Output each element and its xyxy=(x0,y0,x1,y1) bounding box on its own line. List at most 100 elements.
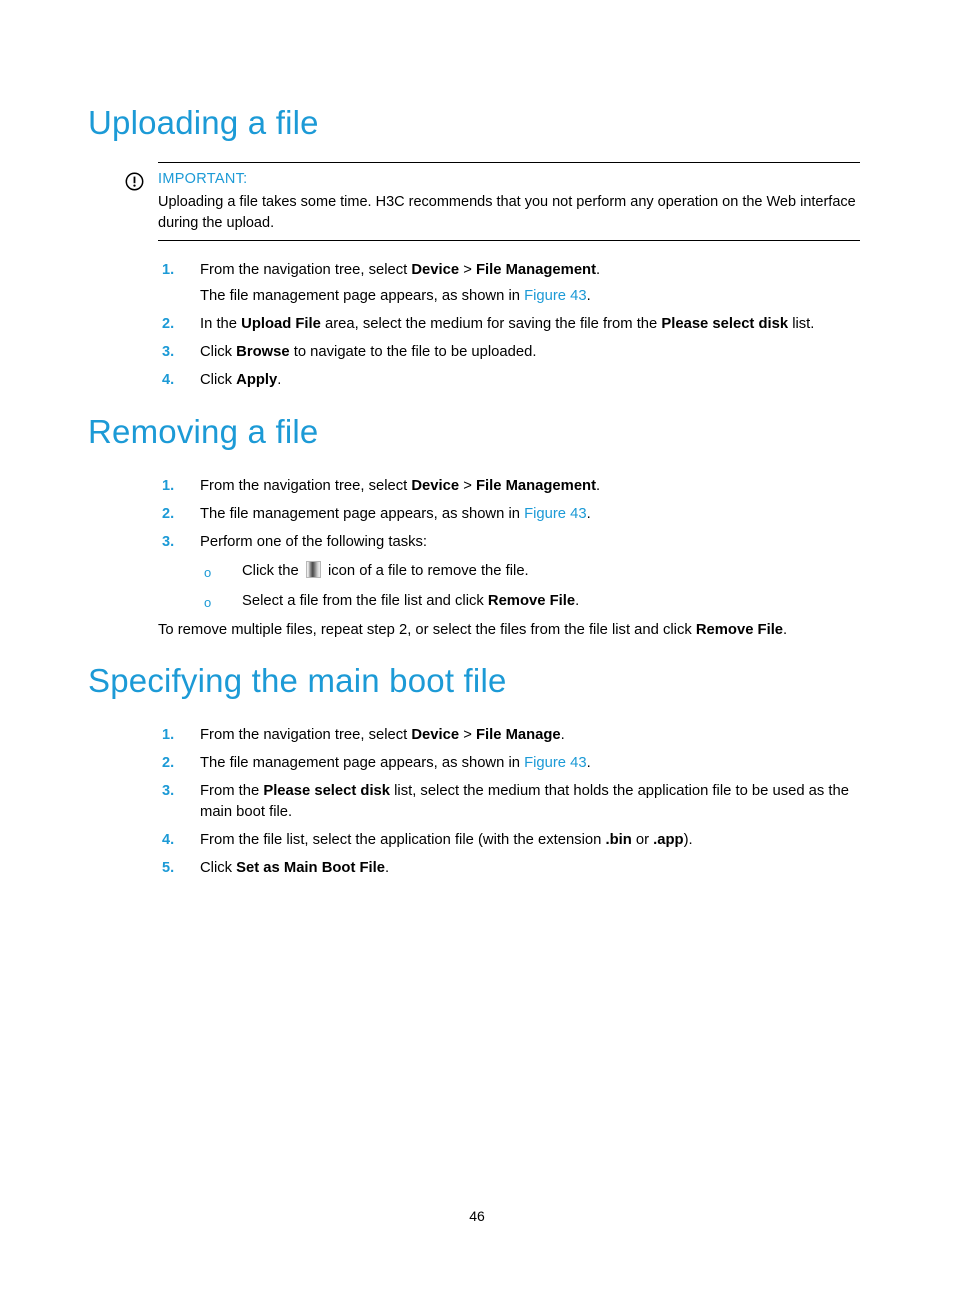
step-text: From the navigation tree, select Device … xyxy=(200,262,600,278)
step-text-part: . xyxy=(560,727,565,743)
uploading-steps-list: 1. From the navigation tree, select Devi… xyxy=(160,260,870,398)
emphasis-file-management: File Management xyxy=(475,262,597,278)
step-text: From the navigation tree, select Device … xyxy=(200,727,565,743)
emphasis-device: Device xyxy=(411,478,460,494)
step-text-part: list. xyxy=(788,316,815,332)
step-text-part: In the xyxy=(200,316,242,332)
list-item: 2. The file management page appears, as … xyxy=(160,753,870,774)
step-text-part: . xyxy=(586,506,591,522)
step-text-part: . xyxy=(596,262,601,278)
step-text: Perform one of the following tasks: xyxy=(200,534,427,550)
list-item: 5. Click Set as Main Boot File. xyxy=(160,858,870,879)
list-item: 1. From the navigation tree, select Devi… xyxy=(160,725,870,746)
bullet-marker: o xyxy=(204,595,212,610)
emphasis-upload-file: Upload File xyxy=(241,316,321,332)
step-text-part: . xyxy=(586,288,591,304)
step-number: 1. xyxy=(162,478,175,494)
heading-specifying-the-main-boot-file: Specifying the main boot file xyxy=(88,662,507,699)
step-text-part: ). xyxy=(683,832,693,848)
step-text-part: to navigate to the file to be uploaded. xyxy=(289,344,537,360)
step-text-part: . xyxy=(596,478,601,494)
step-subline: The file management page appears, as sho… xyxy=(200,286,870,307)
step-number: 3. xyxy=(162,783,175,799)
page-number: 46 xyxy=(469,1208,485,1224)
step-text-part: From the navigation tree, select xyxy=(200,262,412,278)
removing-trailing-paragraph: To remove multiple files, repeat step 2,… xyxy=(158,620,874,641)
list-item: o Click the icon of a file to remove the… xyxy=(200,561,870,582)
step-text-part: . xyxy=(277,372,282,388)
emphasis-app-extension: .app xyxy=(653,832,684,848)
specifying-steps-list: 1. From the navigation tree, select Devi… xyxy=(160,725,870,886)
paragraph-text-part: . xyxy=(783,622,788,638)
trash-icon[interactable] xyxy=(305,561,321,578)
step-text-part: area, select the medium for saving the f… xyxy=(320,316,662,332)
step-text-part: Click xyxy=(200,372,237,388)
list-item: 1. From the navigation tree, select Devi… xyxy=(160,476,870,497)
sub-bullet-list: o Click the icon of a file to remove the… xyxy=(200,561,870,612)
heading-uploading-a-file: Uploading a file xyxy=(88,104,319,141)
bullet-text: Click the icon of a file to remove the f… xyxy=(242,561,529,579)
important-body: Uploading a file takes some time. H3C re… xyxy=(158,194,856,231)
step-text: The file management page appears, as sho… xyxy=(200,755,591,771)
figure-43-link[interactable]: Figure 43 xyxy=(524,288,587,304)
step-number: 3. xyxy=(162,344,175,360)
emphasis-bin-extension: .bin xyxy=(605,832,632,848)
figure-43-link[interactable]: Figure 43 xyxy=(524,506,587,522)
bullet-text-part: . xyxy=(575,593,580,609)
step-text: From the file list, select the applicati… xyxy=(200,832,693,848)
step-number: 4. xyxy=(162,372,175,388)
list-item: 2. The file management page appears, as … xyxy=(160,504,870,525)
step-text: From the navigation tree, select Device … xyxy=(200,478,600,494)
exclamation-circle-icon xyxy=(125,172,144,191)
emphasis-browse: Browse xyxy=(236,344,290,360)
step-text: The file management page appears, as sho… xyxy=(200,506,591,522)
list-item: 4. From the file list, select the applic… xyxy=(160,830,870,851)
step-text: Click Apply. xyxy=(200,372,281,388)
bullet-text-part: Click the xyxy=(242,563,303,579)
step-text-part: or xyxy=(631,832,654,848)
step-text-part: . xyxy=(385,860,390,876)
paragraph-text-part: To remove multiple files, repeat step 2,… xyxy=(158,622,696,638)
important-note-box: IMPORTANT: Uploading a file takes some t… xyxy=(125,162,860,241)
figure-43-link[interactable]: Figure 43 xyxy=(524,755,587,771)
step-text-part: Click xyxy=(200,344,237,360)
step-number: 5. xyxy=(162,860,175,876)
step-text-part: From the xyxy=(200,783,264,799)
bullet-text-part: icon of a file to remove the file. xyxy=(323,563,529,579)
emphasis-device: Device xyxy=(411,262,460,278)
step-text: Click Set as Main Boot File. xyxy=(200,860,389,876)
important-label: IMPORTANT: xyxy=(158,171,248,187)
emphasis-please-select-disk: Please select disk xyxy=(661,316,789,332)
list-item: 3. From the Please select disk list, sel… xyxy=(160,781,870,823)
step-text-part: The file management page appears, as sho… xyxy=(200,755,525,771)
step-text-part: The file management page appears, as sho… xyxy=(200,506,525,522)
step-text-part: From the navigation tree, select xyxy=(200,727,412,743)
document-page: Uploading a file IMPORTANT: Uploading a … xyxy=(0,0,954,1296)
bullet-text-part: Select a file from the file list and cli… xyxy=(242,593,488,609)
step-text-part: From the navigation tree, select xyxy=(200,478,412,494)
step-number: 3. xyxy=(162,534,175,550)
emphasis-file-management: File Management xyxy=(475,478,597,494)
list-item: 3. Perform one of the following tasks: o… xyxy=(160,532,870,612)
step-text: From the Please select disk list, select… xyxy=(200,783,849,820)
step-text-part: From the file list, select the applicati… xyxy=(200,832,606,848)
step-number: 2. xyxy=(162,316,175,332)
step-number: 2. xyxy=(162,506,175,522)
emphasis-apply: Apply xyxy=(236,372,278,388)
list-item: 2. In the Upload File area, select the m… xyxy=(160,314,870,335)
emphasis-file-manage: File Manage xyxy=(475,727,561,743)
list-item: o Select a file from the file list and c… xyxy=(200,591,870,612)
step-text-part: > xyxy=(459,727,476,743)
step-text-part: . xyxy=(586,755,591,771)
list-item: 4. Click Apply. xyxy=(160,370,870,391)
list-item: 3. Click Browse to navigate to the file … xyxy=(160,342,870,363)
step-number: 2. xyxy=(162,755,175,771)
step-text-part: > xyxy=(459,478,476,494)
emphasis-remove-file: Remove File xyxy=(487,593,576,609)
emphasis-remove-file: Remove File xyxy=(695,622,784,638)
step-text: Click Browse to navigate to the file to … xyxy=(200,344,536,360)
heading-removing-a-file: Removing a file xyxy=(88,413,319,450)
step-text-part: > xyxy=(459,262,476,278)
bullet-marker: o xyxy=(204,565,212,580)
step-text: In the Upload File area, select the medi… xyxy=(200,316,814,332)
